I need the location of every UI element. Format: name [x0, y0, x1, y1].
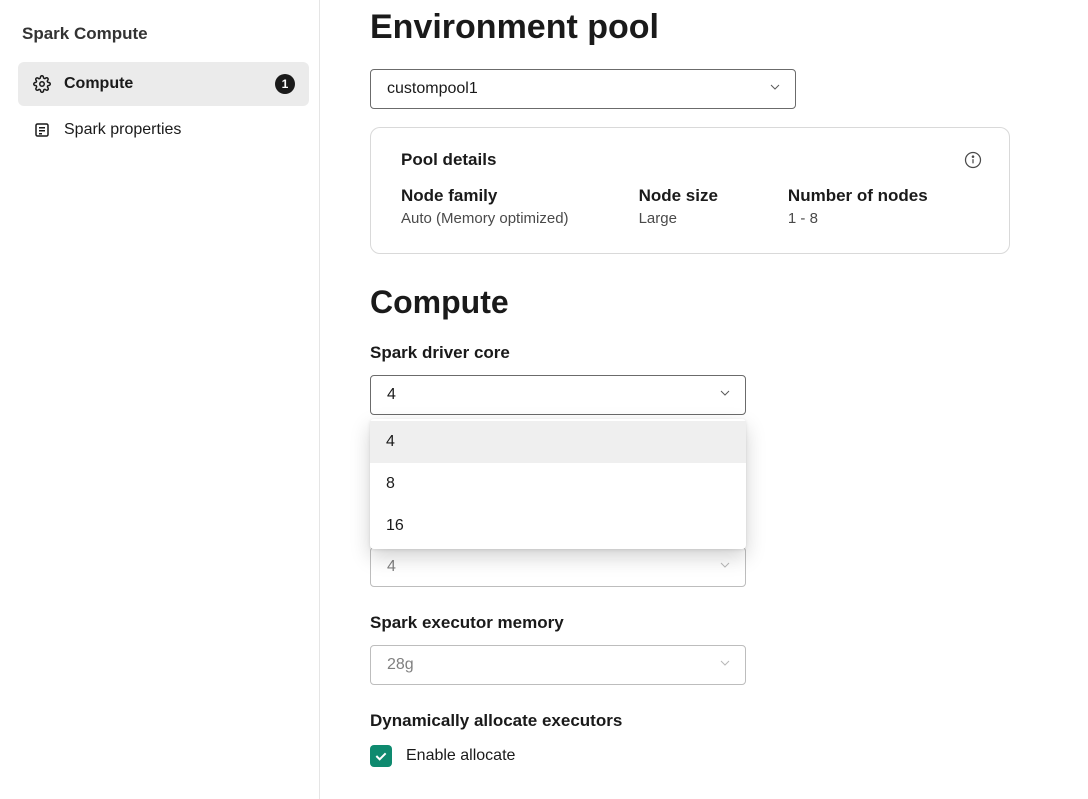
gear-icon [32, 74, 52, 94]
sidebar-title: Spark Compute [18, 20, 309, 62]
field-label: Spark driver core [370, 343, 1038, 363]
list-icon [32, 120, 52, 140]
field-driver-core: Spark driver core 4 4 8 16 [370, 343, 1038, 415]
pool-col-value: Large [639, 210, 718, 227]
pool-col-node-size: Node size Large [639, 186, 718, 227]
sidebar-item-spark-properties[interactable]: Spark properties [18, 108, 309, 152]
pool-col-value: 1 - 8 [788, 210, 928, 227]
dropdown-option[interactable]: 4 [370, 421, 746, 463]
hidden-select[interactable]: 4 [370, 547, 746, 587]
field-label: Dynamically allocate executors [370, 711, 1038, 731]
dropdown-option[interactable]: 16 [370, 505, 746, 547]
enable-allocate-checkbox[interactable] [370, 745, 392, 767]
sidebar-item-label: Spark properties [64, 121, 295, 139]
pool-col-node-count: Number of nodes 1 - 8 [788, 186, 928, 227]
driver-core-value: 4 [387, 386, 396, 404]
checkbox-label: Enable allocate [406, 747, 515, 765]
pool-col-node-family: Node family Auto (Memory optimized) [401, 186, 569, 227]
driver-core-select[interactable]: 4 [370, 375, 746, 415]
chevron-down-icon [767, 79, 783, 100]
pool-col-label: Node family [401, 186, 569, 206]
heading-compute: Compute [370, 284, 1038, 321]
main-content: Environment pool custompool1 Pool detail… [320, 0, 1088, 799]
pool-select[interactable]: custompool1 [370, 69, 796, 109]
pool-select-value: custompool1 [387, 80, 478, 98]
pool-details-card: Pool details Node family Auto (Memory op… [370, 127, 1010, 254]
sidebar-badge: 1 [275, 74, 295, 94]
executor-memory-select[interactable]: 28g [370, 645, 746, 685]
pool-details-title: Pool details [401, 150, 979, 170]
field-label: Spark executor memory [370, 613, 1038, 633]
pool-col-label: Number of nodes [788, 186, 928, 206]
driver-core-dropdown: 4 8 16 [370, 419, 746, 549]
pool-col-label: Node size [639, 186, 718, 206]
sidebar-item-label: Compute [64, 75, 263, 93]
chevron-down-icon [717, 655, 733, 676]
heading-environment-pool: Environment pool [370, 8, 1038, 47]
field-executor-memory: Spark executor memory 28g [370, 613, 1038, 685]
hidden-select-value: 4 [387, 558, 396, 576]
pool-col-value: Auto (Memory optimized) [401, 210, 569, 227]
chevron-down-icon [717, 385, 733, 406]
chevron-down-icon [717, 557, 733, 578]
sidebar: Spark Compute Compute 1 Spark prope [0, 0, 320, 799]
info-icon[interactable] [963, 150, 983, 170]
sidebar-item-compute[interactable]: Compute 1 [18, 62, 309, 106]
executor-memory-value: 28g [387, 656, 414, 674]
field-dynamic-allocate: Dynamically allocate executors Enable al… [370, 711, 1038, 767]
dropdown-option[interactable]: 8 [370, 463, 746, 505]
field-partial-hidden: 4 [370, 547, 1038, 587]
